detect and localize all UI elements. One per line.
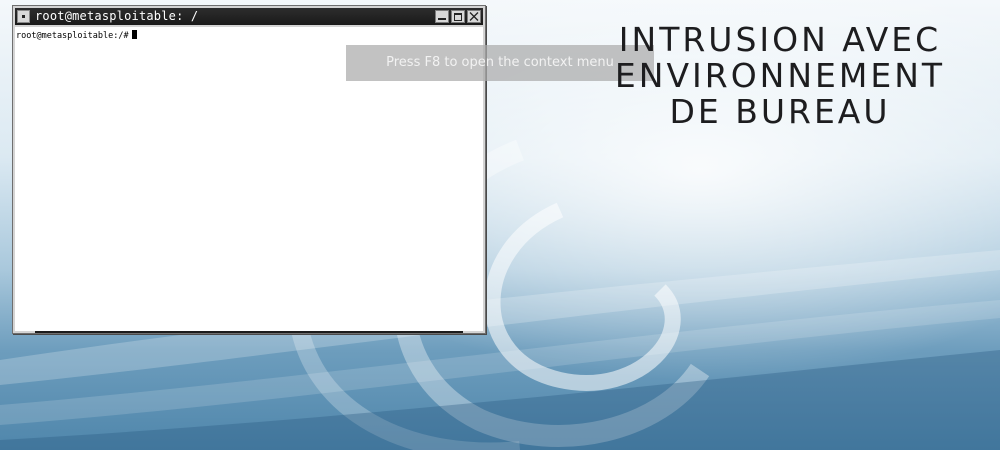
- minimize-icon[interactable]: [435, 10, 449, 23]
- title-line-2: ENVIRONNEMENT: [614, 56, 946, 95]
- shell-prompt: root@metasploitable:/#: [16, 31, 129, 41]
- window-menu-icon[interactable]: [17, 10, 30, 23]
- page-title: INTRUSION AVEC ENVIRONNEMENT DE BUREAU: [560, 22, 1000, 130]
- title-line-3: DE BUREAU: [669, 92, 891, 131]
- terminal-titlebar[interactable]: root@metasploitable: /: [15, 8, 483, 25]
- close-icon[interactable]: [467, 10, 481, 23]
- text-cursor: [131, 30, 137, 39]
- terminal-prompt-line: root@metasploitable:/#: [16, 30, 137, 41]
- maximize-icon[interactable]: [451, 10, 465, 23]
- window-bottom-shadow: [35, 331, 463, 333]
- title-line-1: INTRUSION AVEC: [618, 20, 942, 59]
- window-title: root@metasploitable: /: [35, 9, 199, 23]
